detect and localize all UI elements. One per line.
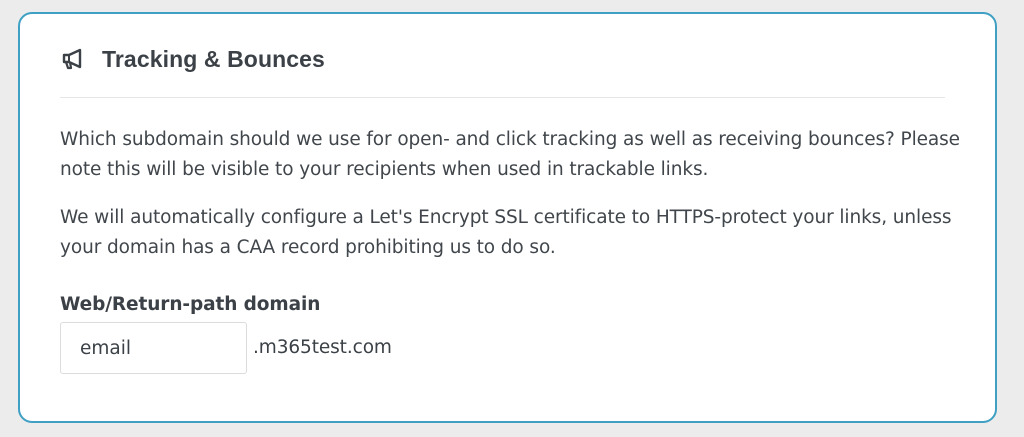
header-divider [60,97,945,98]
description-paragraph-2: We will automatically configure a Let's … [60,207,952,258]
description-paragraph-1: Which subdomain should we use for open- … [60,129,960,180]
domain-input-row: .m365test.com [60,322,392,374]
tracking-bounces-card: Tracking & Bounces Which subdomain shoul… [18,12,997,423]
card-header: Tracking & Bounces [60,44,325,74]
megaphone-icon [60,46,86,72]
domain-field-label: Web/Return-path domain [60,294,321,315]
card-title: Tracking & Bounces [102,45,325,72]
domain-suffix: .m365test.com [253,336,392,358]
subdomain-input[interactable] [60,322,247,374]
